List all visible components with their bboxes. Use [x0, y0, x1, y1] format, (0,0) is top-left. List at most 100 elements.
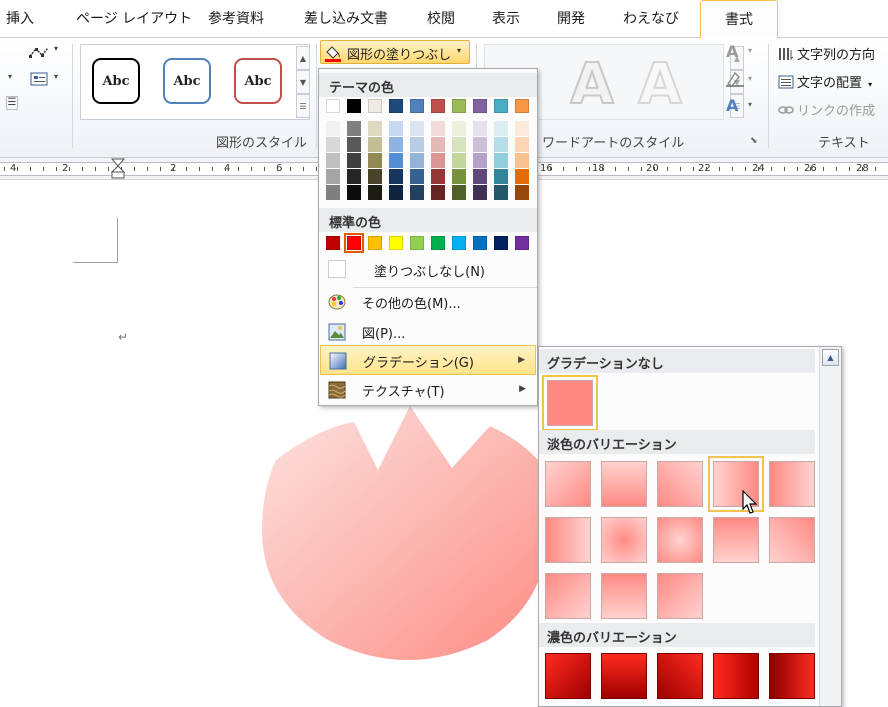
theme-shade-swatch[interactable] [368, 169, 382, 184]
theme-shade-swatch[interactable] [326, 121, 340, 136]
theme-shade-swatch[interactable] [431, 153, 445, 168]
theme-shade-swatch[interactable] [410, 153, 424, 168]
theme-color-swatch[interactable] [494, 99, 508, 113]
gradient-item[interactable]: グラデーション(G) ▶ [320, 345, 536, 375]
light-gradient-swatch[interactable] [601, 517, 647, 563]
tab-format[interactable]: 書式 [700, 0, 778, 39]
gallery-scroll-down[interactable]: ▼ [296, 70, 310, 94]
theme-shade-swatch[interactable] [494, 185, 508, 200]
theme-shade-swatch[interactable] [494, 153, 508, 168]
theme-shade-swatch[interactable] [410, 121, 424, 136]
theme-color-swatch[interactable] [473, 99, 487, 113]
light-gradient-swatch[interactable] [601, 461, 647, 507]
theme-shade-swatch[interactable] [494, 169, 508, 184]
light-gradient-swatch[interactable] [545, 517, 591, 563]
theme-shade-swatch[interactable] [452, 153, 466, 168]
tab-page-layout[interactable]: ページ レイアウト [76, 8, 192, 32]
theme-shade-swatch[interactable] [473, 153, 487, 168]
theme-shade-swatch[interactable] [431, 137, 445, 152]
tab-insert[interactable]: 挿入 [6, 8, 34, 32]
theme-color-swatch[interactable] [410, 99, 424, 113]
theme-shade-swatch[interactable] [347, 121, 361, 136]
gallery-scroll-up[interactable]: ▲ [296, 46, 310, 70]
theme-shade-swatch[interactable] [452, 121, 466, 136]
theme-color-swatch[interactable] [368, 99, 382, 113]
indent-marker-icon[interactable] [111, 158, 125, 180]
tab-review[interactable]: 校閲 [427, 8, 455, 32]
standard-color-swatch[interactable] [410, 236, 424, 250]
light-gradient-swatch[interactable] [769, 461, 815, 507]
theme-shade-swatch[interactable] [368, 153, 382, 168]
tab-developer[interactable]: 開発 [557, 8, 585, 32]
theme-shade-swatch[interactable] [389, 185, 403, 200]
theme-shade-swatch[interactable] [389, 137, 403, 152]
standard-color-swatch[interactable] [326, 236, 340, 250]
shape-fill-button[interactable]: 図形の塗りつぶし ▾ [320, 40, 470, 64]
theme-shade-swatch[interactable] [473, 121, 487, 136]
standard-color-swatch[interactable] [515, 236, 529, 250]
wordart-style-light[interactable]: A [628, 51, 692, 122]
theme-color-swatch[interactable] [347, 99, 361, 113]
theme-shade-swatch[interactable] [368, 185, 382, 200]
light-gradient-swatch[interactable] [769, 517, 815, 563]
standard-color-swatch[interactable] [431, 236, 445, 250]
theme-shade-swatch[interactable] [473, 169, 487, 184]
theme-shade-swatch[interactable] [473, 185, 487, 200]
theme-shade-swatch[interactable] [452, 169, 466, 184]
theme-shade-swatch[interactable] [494, 137, 508, 152]
light-gradient-swatch[interactable] [657, 573, 703, 619]
theme-shade-swatch[interactable] [389, 121, 403, 136]
theme-shade-swatch[interactable] [452, 185, 466, 200]
theme-shade-swatch[interactable] [326, 153, 340, 168]
theme-color-swatch[interactable] [515, 99, 529, 113]
theme-shade-swatch[interactable] [515, 185, 529, 200]
theme-shade-swatch[interactable] [326, 185, 340, 200]
theme-color-swatch[interactable] [431, 99, 445, 113]
light-gradient-swatch[interactable] [713, 517, 759, 563]
theme-shade-swatch[interactable] [368, 137, 382, 152]
theme-shade-swatch[interactable] [452, 137, 466, 152]
theme-shade-swatch[interactable] [347, 137, 361, 152]
theme-color-swatch[interactable] [452, 99, 466, 113]
text-box-icon[interactable] [30, 72, 48, 86]
theme-shade-swatch[interactable] [515, 137, 529, 152]
standard-color-swatch[interactable] [389, 236, 403, 250]
theme-shade-swatch[interactable] [431, 169, 445, 184]
theme-shade-swatch[interactable] [515, 169, 529, 184]
tab-waenavi[interactable]: わえなび [623, 8, 679, 32]
scroll-up-button[interactable]: ▲ [822, 349, 839, 366]
theme-shade-swatch[interactable] [410, 185, 424, 200]
shape-style-blue[interactable]: Abc [163, 58, 211, 104]
dark-gradient-swatch[interactable] [601, 653, 647, 699]
left-gallery-more[interactable]: ☰ [6, 96, 18, 110]
text-outline-icon[interactable] [725, 70, 745, 88]
theme-shade-swatch[interactable] [389, 169, 403, 184]
text-effects-dropdown[interactable]: ▾ [748, 100, 752, 109]
theme-shade-swatch[interactable] [347, 169, 361, 184]
theme-color-swatch[interactable] [389, 99, 403, 113]
crown-shape[interactable] [258, 400, 558, 662]
shape-style-black[interactable]: Abc [92, 58, 140, 104]
tab-mailings[interactable]: 差し込み文書 [304, 8, 388, 32]
text-outline-dropdown[interactable]: ▾ [748, 74, 752, 83]
theme-shade-swatch[interactable] [410, 137, 424, 152]
standard-color-swatch[interactable] [494, 236, 508, 250]
theme-shade-swatch[interactable] [326, 169, 340, 184]
theme-shade-swatch[interactable] [473, 137, 487, 152]
shape-style-red[interactable]: Abc [234, 58, 282, 104]
left-dropdown-arrow[interactable]: ▾ [8, 72, 12, 81]
theme-shade-swatch[interactable] [431, 185, 445, 200]
no-fill-item[interactable]: 塗りつぶしなし(N) [320, 255, 536, 285]
submenu-scrollbar[interactable]: ▲ [819, 347, 841, 706]
text-box-dropdown[interactable]: ▾ [54, 72, 58, 81]
text-effects-icon[interactable]: A [726, 96, 738, 115]
theme-color-swatch[interactable] [326, 99, 340, 113]
light-gradient-swatch[interactable] [657, 461, 703, 507]
tab-view[interactable]: 表示 [492, 8, 520, 32]
tab-references[interactable]: 参考資料 [208, 8, 264, 32]
theme-shade-swatch[interactable] [347, 185, 361, 200]
theme-shade-swatch[interactable] [326, 137, 340, 152]
picture-fill-item[interactable]: 図(P)... [320, 317, 536, 347]
theme-shade-swatch[interactable] [347, 153, 361, 168]
theme-shade-swatch[interactable] [494, 121, 508, 136]
